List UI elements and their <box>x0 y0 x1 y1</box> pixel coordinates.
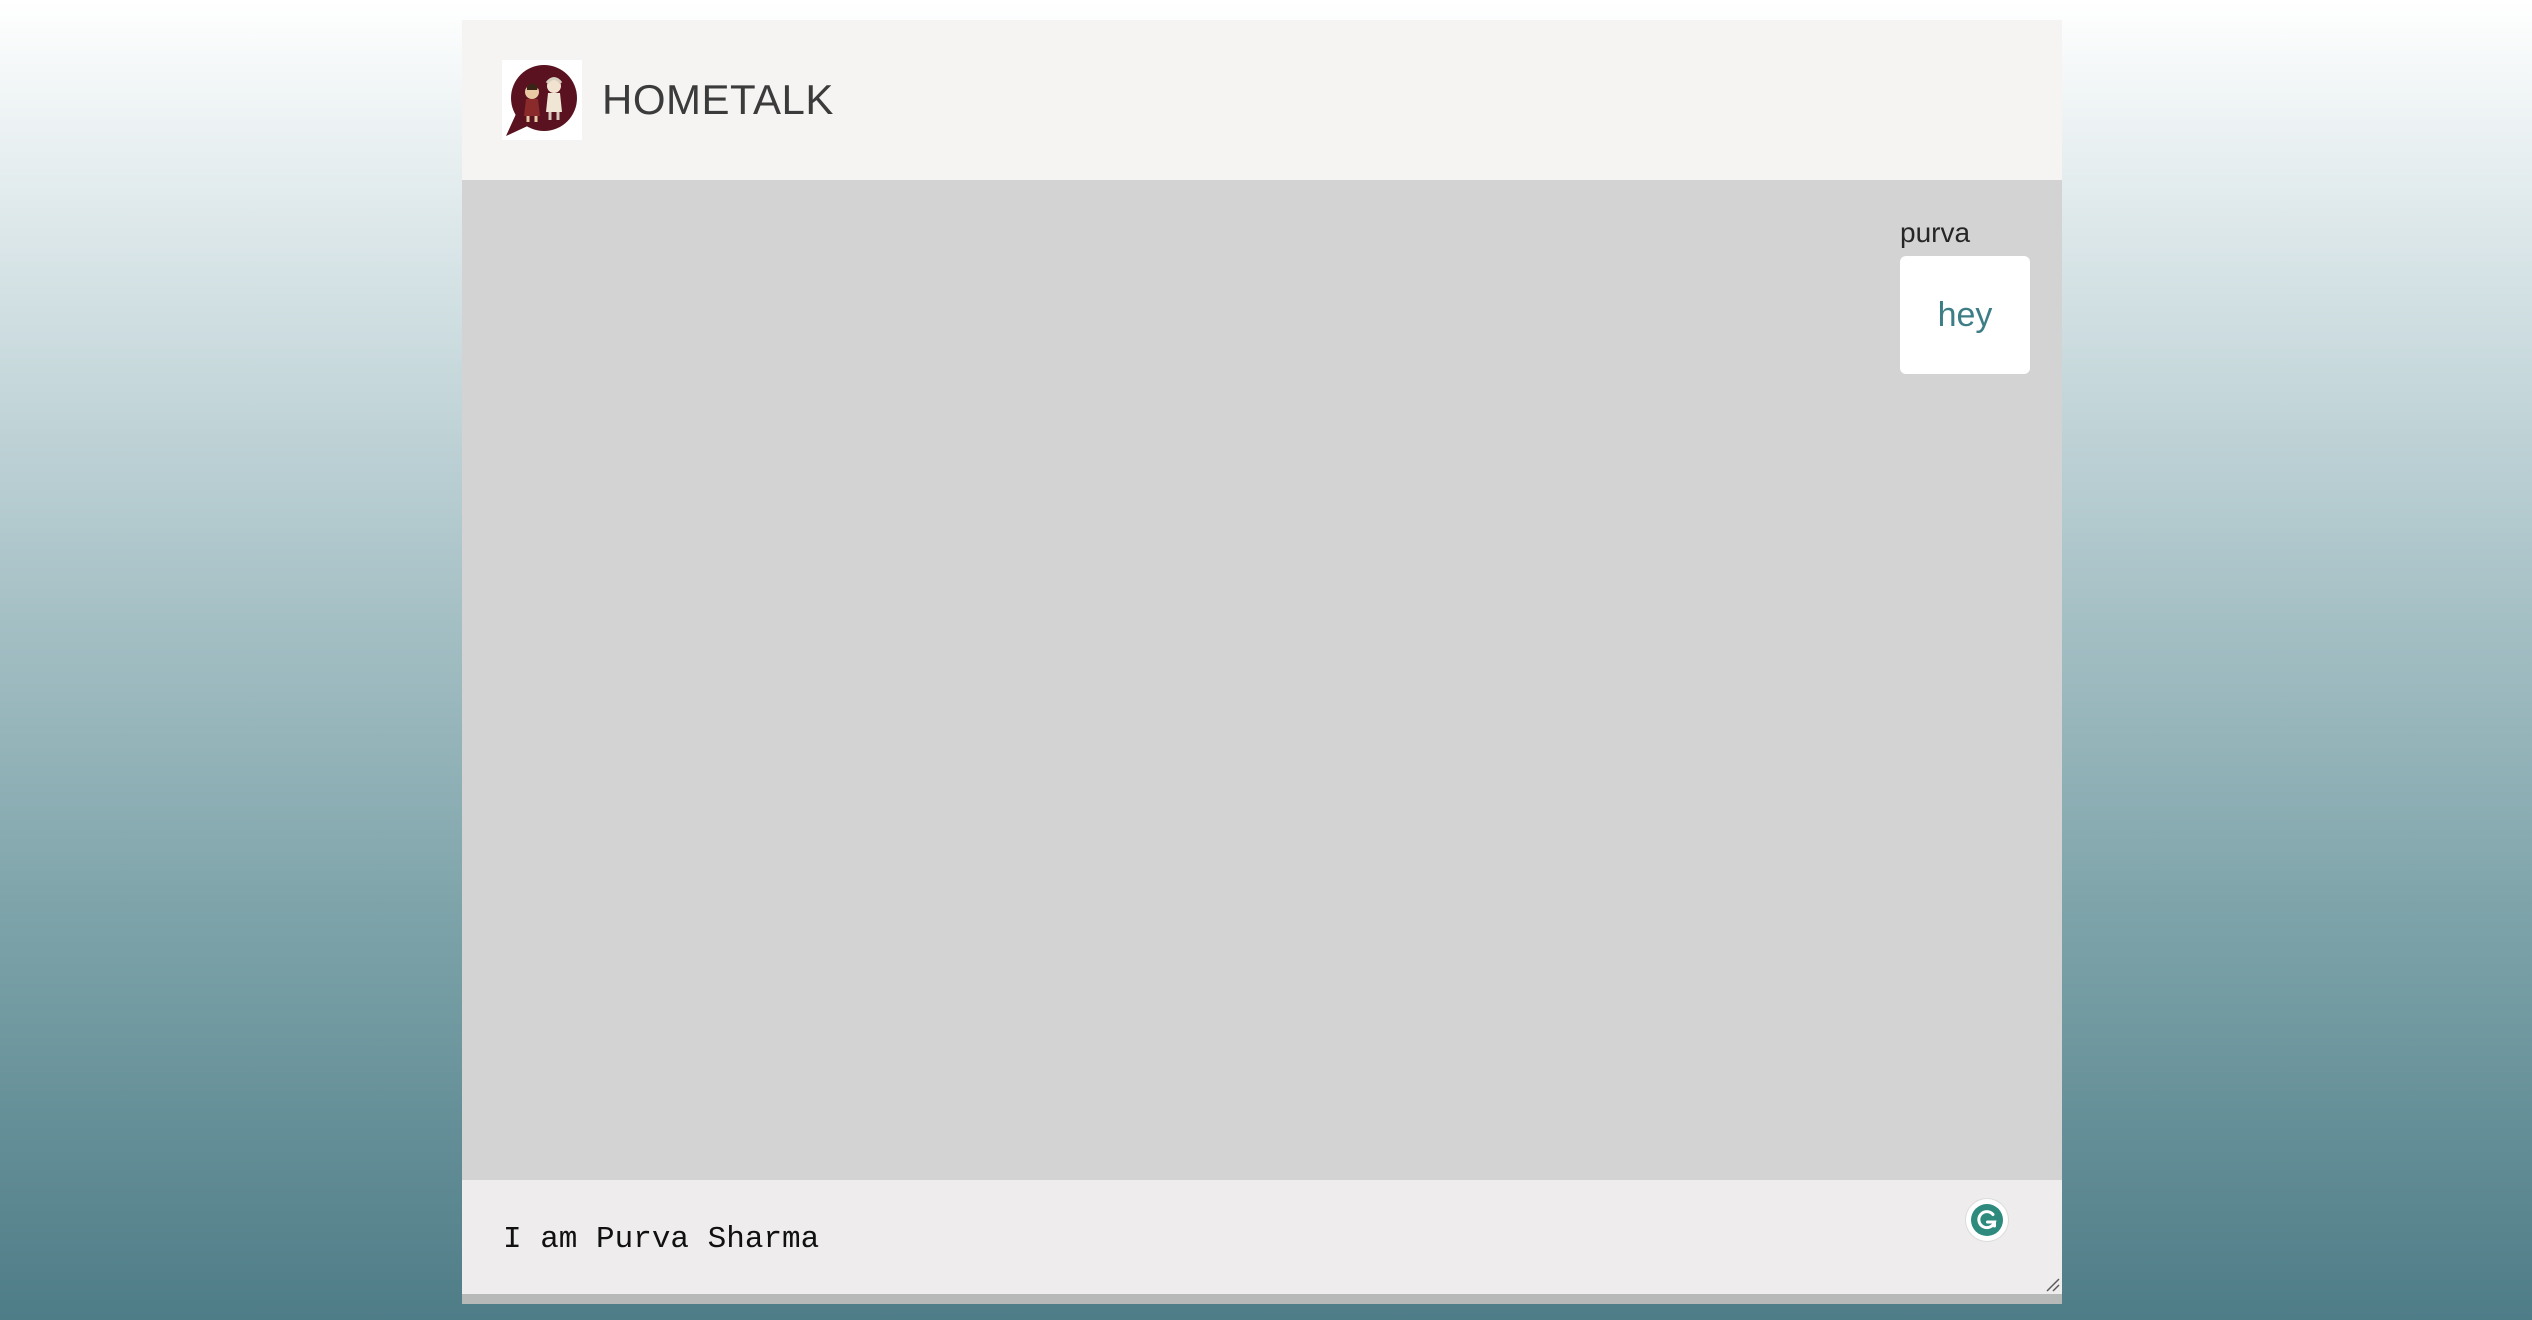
message-input-field[interactable]: I am Purva Sharma <box>462 1180 2062 1294</box>
app-title: HOMETALK <box>602 76 834 123</box>
speech-bubble-logo-icon <box>502 60 582 140</box>
chat-app-window: HOMETALK purva hey I am Purva Sharma <box>462 20 2062 1304</box>
message-text: hey <box>1937 295 1993 334</box>
message-list: purva hey <box>462 180 2062 1180</box>
message-input-value[interactable]: I am Purva Sharma <box>503 1220 819 1260</box>
message-sender: purva <box>1900 217 1971 248</box>
resize-handle-icon[interactable] <box>2044 1276 2060 1292</box>
grammarly-icon[interactable] <box>1966 1199 2008 1241</box>
message-item: purva hey <box>1900 216 2030 374</box>
message-bubble: hey <box>1900 256 2030 374</box>
app-header: HOMETALK <box>462 20 2062 180</box>
window-bottom-border <box>462 1294 2062 1304</box>
